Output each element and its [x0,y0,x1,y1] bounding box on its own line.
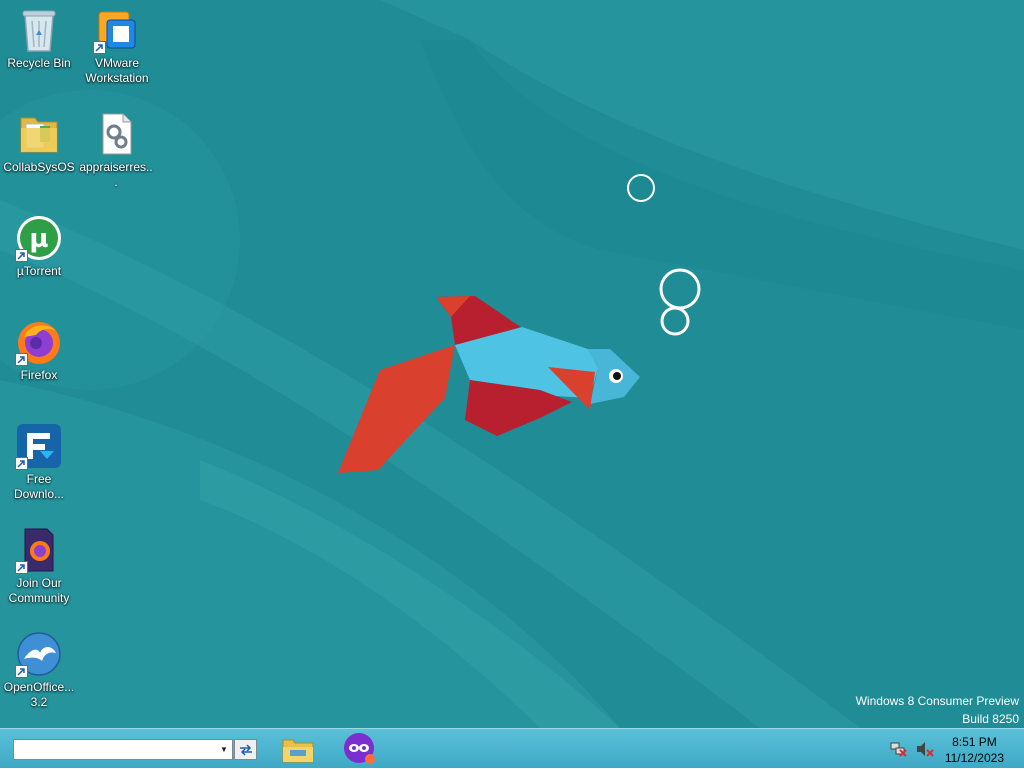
taskbar-file-explorer[interactable] [271,732,325,766]
watermark-line-1: Windows 8 Consumer Preview [855,694,1019,708]
vmware-icon [93,6,141,54]
desktop-icon-join-our-community[interactable]: Join Our Community [1,526,77,606]
folder-icon [15,110,63,158]
shortcut-arrow-icon [15,665,28,678]
chevron-down-icon[interactable]: ▼ [218,743,230,756]
shortcut-arrow-icon [15,561,28,574]
volume-muted-icon[interactable] [916,741,934,757]
clock-date: 11/12/2023 [944,751,1004,765]
shortcut-arrow-icon [93,41,106,54]
desktop-icon-label: µTorrent [16,264,62,278]
system-tray: 8:51 PM 11/12/2023 [874,729,1024,769]
openoffice-icon [15,630,63,678]
address-go-button[interactable] [234,739,257,760]
os-watermark: Windows 8 Consumer Preview Build 8250 [856,692,1019,728]
svg-text:µ: µ [29,224,48,254]
desktop-icon-openoffice[interactable]: OpenOffice... 3.2 [1,630,77,710]
desktop-icon-label: CollabSysOS [3,160,75,174]
desktop-icon-label: Free Downlo... [13,472,65,501]
network-icon[interactable] [890,741,908,757]
shortcut-arrow-icon [15,249,28,262]
address-input[interactable] [14,740,220,759]
address-toolbar: ▼ [13,739,233,760]
desktop-icon-utorrent[interactable]: µ µTorrent [1,214,77,279]
firefox-community-icon [15,526,63,574]
desktop-icon-label: appraiserres... [79,160,153,189]
clock-time: 8:51 PM [952,735,997,749]
shortcut-arrow-icon [15,353,28,366]
taskbar: ▼ 8:51 PM 11/12/2023 [0,728,1024,768]
watermark-line-2: Build 8250 [962,712,1019,726]
go-arrows-icon [239,743,252,756]
free-download-manager-icon [15,422,63,470]
desktop-icon-label: Recycle Bin [7,56,71,70]
desktop-icon-label: VMware Workstation [85,56,149,85]
desktop-icon-collabsysos[interactable]: CollabSysOS [1,110,77,175]
desktop-icon-label: OpenOffice... 3.2 [3,680,75,709]
utorrent-icon: µ [15,214,63,262]
desktop: Recycle Bin VMware Workstation CollabSys… [0,0,1024,728]
recycle-bin-icon [15,6,63,54]
desktop-icon-label: Firefox [20,368,58,382]
file-explorer-icon [282,739,314,763]
shortcut-arrow-icon [15,457,28,470]
desktop-icon-free-download-manager[interactable]: Free Downlo... [1,422,77,502]
desktop-icon-vmware[interactable]: VMware Workstation [79,6,155,86]
desktop-icon-label: Join Our Community [8,576,70,605]
taskbar-incognito-browser[interactable] [333,732,387,766]
firefox-icon [15,318,63,366]
settings-file-icon [92,110,140,158]
incognito-browser-icon [344,733,375,764]
taskbar-clock[interactable]: 8:51 PM 11/12/2023 [945,734,1004,766]
desktop-icon-firefox[interactable]: Firefox [1,318,77,383]
desktop-icon-appraiserres[interactable]: appraiserres... [78,110,154,190]
desktop-icon-recycle-bin[interactable]: Recycle Bin [1,6,77,71]
